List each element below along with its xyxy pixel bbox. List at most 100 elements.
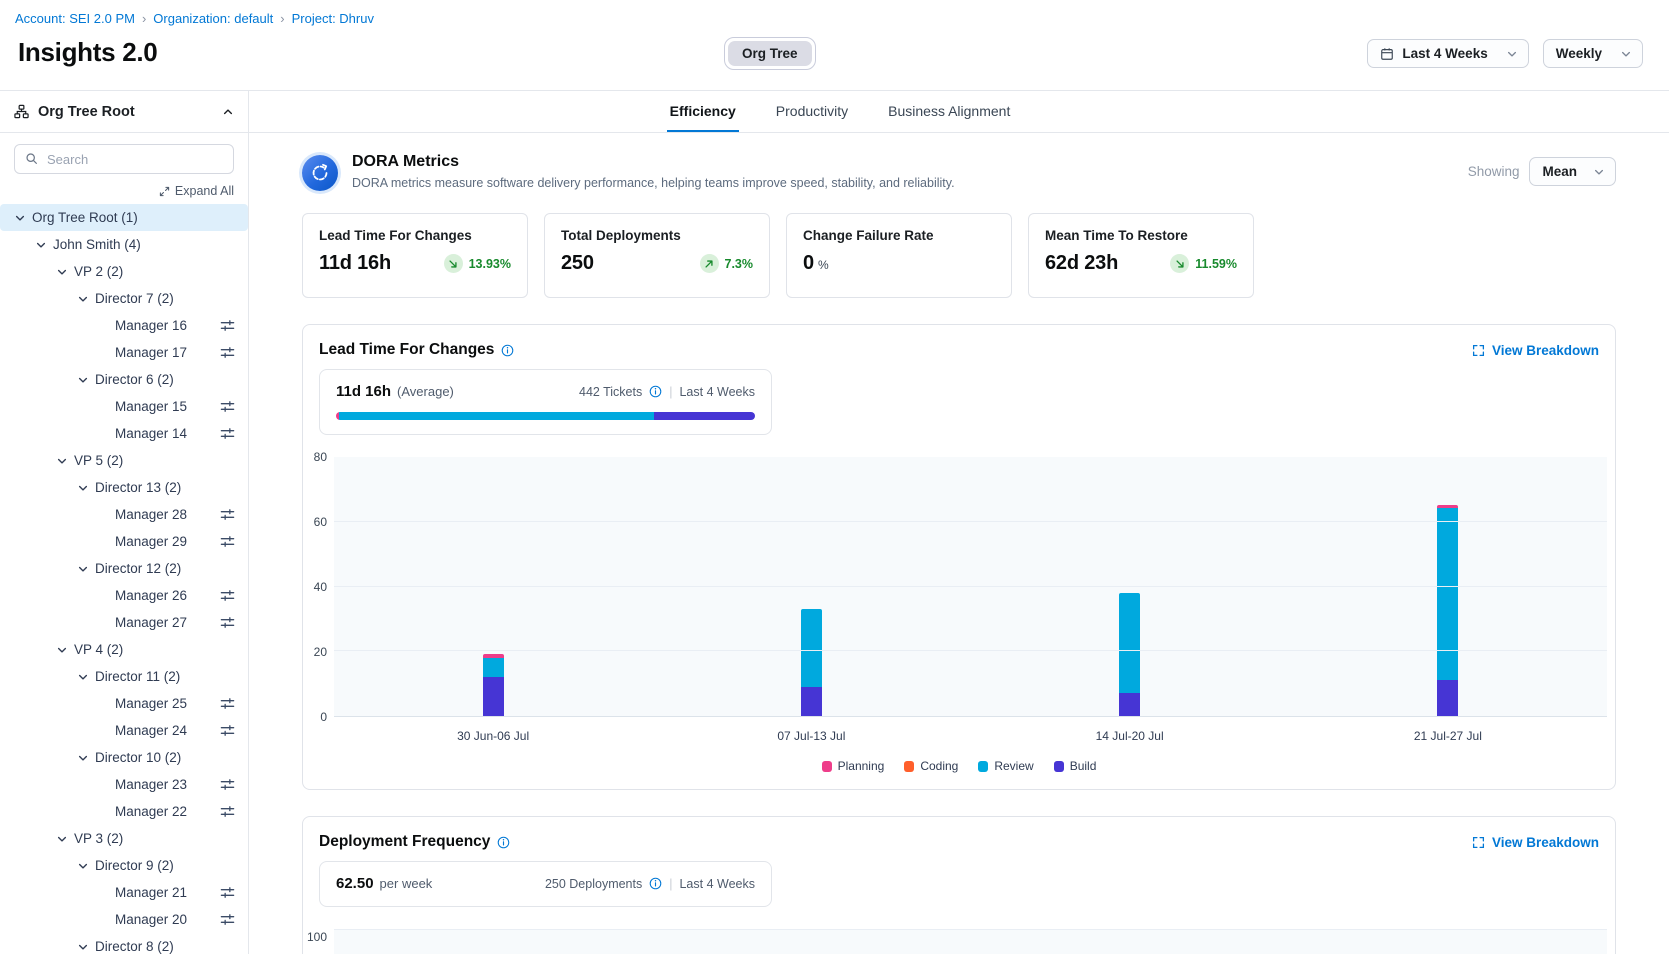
tree-item-label: Manager 21 [115,885,187,900]
view-breakdown-button[interactable]: View Breakdown [1472,343,1599,358]
tree-item-vp-4-2[interactable]: VP 4 (2) [0,636,248,663]
tree-item-director-13-2[interactable]: Director 13 (2) [0,474,248,501]
sliders-icon[interactable] [220,318,235,333]
info-icon[interactable] [649,877,662,890]
gridline [334,650,1607,651]
tree-item-director-11-2[interactable]: Director 11 (2) [0,663,248,690]
stacked-bar-07-jul-13-jul[interactable] [801,609,822,716]
tree-item-manager-22[interactable]: Manager 22 [0,798,248,825]
sliders-icon[interactable] [220,399,235,414]
stacked-bar-30-jun-06-jul[interactable] [483,654,504,716]
chevron-down-icon [77,374,89,386]
tree-item-manager-27[interactable]: Manager 27 [0,609,248,636]
breadcrumb-link[interactable]: Organization: default [153,11,273,26]
legend-label: Coding [920,759,958,773]
tree-item-manager-24[interactable]: Manager 24 [0,717,248,744]
tree-item-manager-20[interactable]: Manager 20 [0,906,248,933]
divider: | [669,385,672,399]
legend-item-review[interactable]: Review [978,759,1033,773]
tree-item-vp-5-2[interactable]: VP 5 (2) [0,447,248,474]
deployment-frequency-panel: Deployment Frequency View Breakdown 62.5… [302,816,1616,954]
granularity-value: Weekly [1556,46,1602,61]
tab-business-alignment[interactable]: Business Alignment [885,91,1013,132]
tree-item-director-8-2[interactable]: Director 8 (2) [0,933,248,954]
info-icon[interactable] [649,385,662,398]
metric-card-mean-time-to-restore: Mean Time To Restore62d 23h11.59% [1028,213,1254,298]
org-tree-button[interactable]: Org Tree [728,41,812,66]
sliders-icon[interactable] [220,885,235,900]
sliders-icon[interactable] [220,615,235,630]
deployment-plot [334,929,1607,954]
chevron-down-icon [56,644,68,656]
tree-item-manager-28[interactable]: Manager 28 [0,501,248,528]
tree-item-john-smith-4[interactable]: John Smith (4) [0,231,248,258]
tree-item-manager-15[interactable]: Manager 15 [0,393,248,420]
search-input[interactable] [14,144,234,174]
lead-time-summary-chip: 11d 16h (Average) 442 Tickets | Last 4 W… [319,369,772,435]
tree-item-manager-17[interactable]: Manager 17 [0,339,248,366]
tree-item-director-6-2[interactable]: Director 6 (2) [0,366,248,393]
expand-all-button[interactable]: Expand All [159,184,234,198]
sliders-icon[interactable] [220,777,235,792]
sliders-icon[interactable] [220,723,235,738]
tree-item-manager-25[interactable]: Manager 25 [0,690,248,717]
info-icon[interactable] [501,344,514,357]
tab-productivity[interactable]: Productivity [773,91,851,132]
chevron-down-icon [77,563,89,575]
breadcrumb-link[interactable]: Account: SEI 2.0 PM [15,11,135,26]
tree-item-director-7-2[interactable]: Director 7 (2) [0,285,248,312]
legend-item-planning[interactable]: Planning [822,759,885,773]
tree-item-director-9-2[interactable]: Director 9 (2) [0,852,248,879]
granularity-select[interactable]: Weekly [1543,39,1643,68]
tree-item-manager-16[interactable]: Manager 16 [0,312,248,339]
bar-segment-build [483,677,504,716]
tree-item-manager-14[interactable]: Manager 14 [0,420,248,447]
sidebar-collapse-button[interactable] [222,106,234,118]
info-icon[interactable] [497,836,510,849]
chevron-right-icon: › [142,11,146,26]
tree-item-manager-29[interactable]: Manager 29 [0,528,248,555]
metric-title: Change Failure Rate [803,228,995,243]
sliders-icon[interactable] [220,696,235,711]
legend-swatch [904,761,914,772]
legend-item-coding[interactable]: Coding [904,759,958,773]
stacked-bar-14-jul-20-jul[interactable] [1119,593,1140,717]
sliders-icon[interactable] [220,426,235,441]
tree-item-org-tree-root-1[interactable]: Org Tree Root (1) [0,204,248,231]
showing-select[interactable]: Mean [1529,157,1616,186]
x-axis-tick-label: 30 Jun-06 Jul [334,729,652,743]
tab-efficiency[interactable]: Efficiency [667,91,739,132]
tree-item-manager-26[interactable]: Manager 26 [0,582,248,609]
lead-time-plot [334,457,1607,717]
view-breakdown-button[interactable]: View Breakdown [1472,835,1599,850]
sliders-icon[interactable] [220,507,235,522]
tree-item-director-10-2[interactable]: Director 10 (2) [0,744,248,771]
breadcrumb-link[interactable]: Project: Dhruv [292,11,374,26]
trend-down-icon [1175,259,1185,269]
sliders-icon[interactable] [220,588,235,603]
breadcrumb: Account: SEI 2.0 PM › Organization: defaul… [0,0,1669,26]
tree-item-label: Manager 28 [115,507,187,522]
tree-item-director-12-2[interactable]: Director 12 (2) [0,555,248,582]
view-breakdown-label: View Breakdown [1492,343,1599,358]
trend-up-icon [704,259,714,269]
sliders-icon[interactable] [220,804,235,819]
summary-period: Last 4 Weeks [679,877,755,891]
chevron-down-icon [77,752,89,764]
tree-item-vp-3-2[interactable]: VP 3 (2) [0,825,248,852]
legend-item-build[interactable]: Build [1054,759,1097,773]
y-axis-tick-label: 80 [314,450,327,464]
sliders-icon[interactable] [220,912,235,927]
date-range-select[interactable]: Last 4 Weeks [1367,39,1528,68]
sliders-icon[interactable] [220,345,235,360]
showing-label: Showing [1468,164,1520,179]
stacked-bar-21-jul-27-jul[interactable] [1437,505,1458,716]
sliders-icon[interactable] [220,534,235,549]
chevron-down-icon [56,833,68,845]
tree-item-label: Manager 23 [115,777,187,792]
org-tree-button-wrap[interactable]: Org Tree [724,37,816,70]
tree-item-label: Manager 15 [115,399,187,414]
tree-item-manager-23[interactable]: Manager 23 [0,771,248,798]
tree-item-manager-21[interactable]: Manager 21 [0,879,248,906]
tree-item-vp-2-2[interactable]: VP 2 (2) [0,258,248,285]
